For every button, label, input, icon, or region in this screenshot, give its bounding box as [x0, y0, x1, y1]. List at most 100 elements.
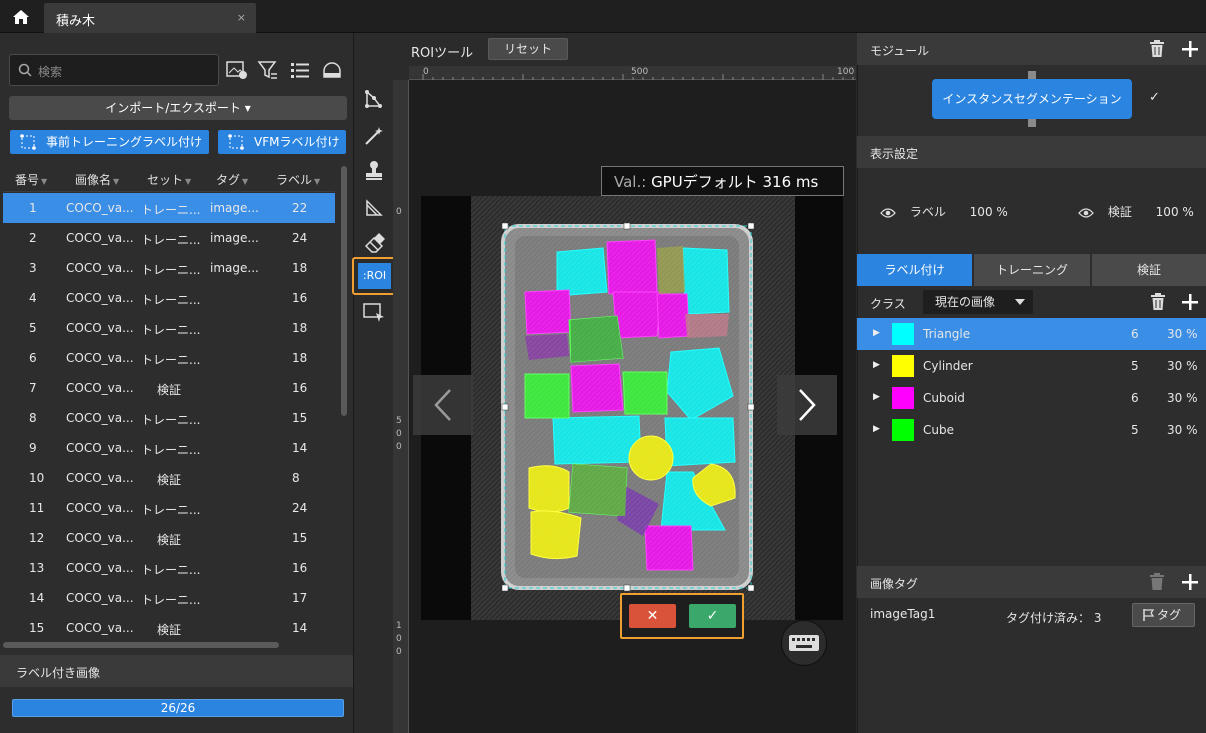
table-row[interactable]: 11 COCO_va... トレーニ... 24	[3, 493, 335, 523]
class-row[interactable]: ▶ Cylinder 5 30 %	[857, 350, 1206, 382]
delete-tag-icon[interactable]	[1149, 573, 1165, 591]
cell-set: 検証	[157, 533, 182, 547]
class-row[interactable]: ▶ Cuboid 6 30 %	[857, 382, 1206, 414]
cell-labels: 18	[292, 261, 308, 275]
cell-image-name: COCO_va...	[66, 321, 134, 335]
table-row[interactable]: 15 COCO_va... 検証 14	[3, 613, 335, 643]
cell-set: トレーニ...	[141, 293, 201, 307]
col-number[interactable]: 番号 ▼	[15, 171, 47, 188]
add-tag-icon[interactable]	[1182, 574, 1198, 590]
eraser-tool-icon[interactable]	[362, 231, 386, 255]
col-tag[interactable]: タグ ▼	[216, 171, 248, 188]
table-row[interactable]: 7 COCO_va... 検証 16	[3, 373, 335, 403]
table-row[interactable]: 4 COCO_va... トレーニ... 16	[3, 283, 335, 313]
document-tab[interactable]: 積み木 ×	[44, 3, 256, 33]
table-horizontal-scrollbar[interactable]	[3, 642, 279, 648]
validation-visibility[interactable]: 検証 100 %	[1078, 203, 1194, 220]
table-row[interactable]: 6 COCO_va... トレーニ... 18	[3, 343, 335, 373]
delete-module-icon[interactable]	[1149, 40, 1165, 58]
label-vis-text: ラベル	[909, 205, 946, 219]
class-color-swatch[interactable]	[892, 387, 914, 409]
list-view-icon[interactable]	[288, 58, 312, 82]
table-row[interactable]: 1 COCO_va... トレーニ... image... 22	[3, 193, 335, 223]
home-icon[interactable]	[4, 3, 38, 31]
class-row[interactable]: ▶ Cube 5 30 %	[857, 414, 1206, 446]
cell-number: 5	[29, 321, 37, 335]
vfm-label-button[interactable]: VFMラベル付け	[218, 130, 346, 154]
table-row[interactable]: 3 COCO_va... トレーニ... image... 18	[3, 253, 335, 283]
col-image-name[interactable]: 画像名 ▼	[75, 171, 119, 188]
chevron-left-icon	[434, 389, 451, 421]
stamp-tool-icon[interactable]	[362, 158, 386, 182]
cell-image-name: COCO_va...	[66, 441, 134, 455]
polygon-tool-icon[interactable]	[362, 88, 386, 112]
labeled-progress-bar: 26/26	[12, 699, 344, 717]
pretrain-label-button[interactable]: 事前トレーニングラベル付け	[10, 130, 209, 154]
cell-labels: 15	[292, 531, 308, 545]
delete-class-icon[interactable]	[1150, 293, 1166, 311]
table-row[interactable]: 8 COCO_va... トレーニ... 15	[3, 403, 335, 433]
reset-button[interactable]: リセット	[488, 38, 568, 60]
table-vertical-scrollbar[interactable]	[341, 166, 347, 416]
import-export-button[interactable]: インポート/エクスポート ▾	[9, 96, 347, 120]
table-row[interactable]: 12 COCO_va... 検証 15	[3, 523, 335, 553]
cell-set: トレーニ...	[141, 443, 201, 457]
class-color-swatch[interactable]	[892, 323, 914, 345]
tab-training[interactable]: トレーニング	[974, 254, 1090, 286]
cell-set: トレーニ...	[141, 263, 201, 277]
expand-icon[interactable]: ▶	[873, 360, 880, 370]
class-color-swatch[interactable]	[892, 355, 914, 377]
inference-info-box: Val.: GPUデフォルト 316 ms	[601, 166, 844, 196]
class-name: Cuboid	[923, 391, 965, 405]
tag-button[interactable]: タグ	[1132, 603, 1195, 627]
vfm-label-text: VFMラベル付け	[254, 135, 340, 149]
pretrain-label-icon	[20, 134, 36, 150]
table-row[interactable]: 5 COCO_va... トレーニ... 18	[3, 313, 335, 343]
tab-validation[interactable]: 検証	[1092, 254, 1206, 286]
expand-icon[interactable]: ▶	[873, 424, 880, 434]
class-row[interactable]: ▶ Triangle 6 30 %	[857, 318, 1206, 350]
image-tag-name[interactable]: imageTag1	[870, 607, 935, 621]
next-image-button[interactable]	[777, 375, 837, 435]
prev-image-button[interactable]	[413, 375, 473, 435]
magic-wand-icon[interactable]	[362, 124, 386, 148]
annotated-image[interactable]	[471, 196, 795, 620]
image-filter-icon[interactable]	[225, 58, 249, 82]
expand-icon[interactable]: ▶	[873, 392, 880, 402]
table-row[interactable]: 13 COCO_va... トレーニ... 16	[3, 553, 335, 583]
class-percent: 30 %	[1167, 423, 1198, 437]
table-row[interactable]: 14 COCO_va... トレーニ... 17	[3, 583, 335, 613]
close-tab-icon[interactable]: ×	[237, 11, 246, 24]
col-set[interactable]: セット ▼	[147, 171, 191, 188]
class-color-swatch[interactable]	[892, 419, 914, 441]
chevron-down-icon	[1015, 299, 1025, 305]
tab-labeling[interactable]: ラベル付け	[857, 254, 972, 286]
triangle-tool-icon[interactable]	[362, 196, 386, 220]
label-visibility[interactable]: ラベル 100 %	[880, 203, 1008, 220]
roi-cancel-button[interactable]: ✕	[629, 604, 676, 628]
module-node[interactable]: インスタンスセグメンテーション	[932, 79, 1132, 119]
col-label[interactable]: ラベル ▼	[276, 171, 320, 188]
roi-tool-button[interactable]: :ROI	[352, 257, 397, 295]
keyboard-shortcuts-button[interactable]	[781, 620, 827, 666]
ruler-v-label: 0	[396, 207, 402, 217]
class-filter-dropdown[interactable]: 現在の画像	[923, 290, 1033, 314]
expand-icon[interactable]: ▶	[873, 328, 880, 338]
cloud-icon[interactable]	[320, 58, 344, 82]
cell-number: 10	[29, 471, 45, 485]
add-module-icon[interactable]	[1182, 41, 1198, 57]
cell-image-name: COCO_va...	[66, 621, 134, 635]
rect-select-icon[interactable]	[362, 300, 386, 324]
add-class-icon[interactable]	[1182, 294, 1198, 310]
class-count: 5	[1131, 359, 1139, 373]
cell-number: 11	[29, 501, 45, 515]
cell-labels: 8	[292, 471, 300, 485]
table-row[interactable]: 9 COCO_va... トレーニ... 14	[3, 433, 335, 463]
table-row[interactable]: 2 COCO_va... トレーニ... image... 24	[3, 223, 335, 253]
cell-image-name: COCO_va...	[66, 201, 134, 215]
search-icon	[18, 63, 32, 77]
search-input[interactable]: 検索	[9, 54, 219, 86]
table-row[interactable]: 10 COCO_va... 検証 8	[3, 463, 335, 493]
roi-confirm-button[interactable]: ✓	[689, 604, 736, 628]
filter-icon[interactable]	[256, 58, 280, 82]
